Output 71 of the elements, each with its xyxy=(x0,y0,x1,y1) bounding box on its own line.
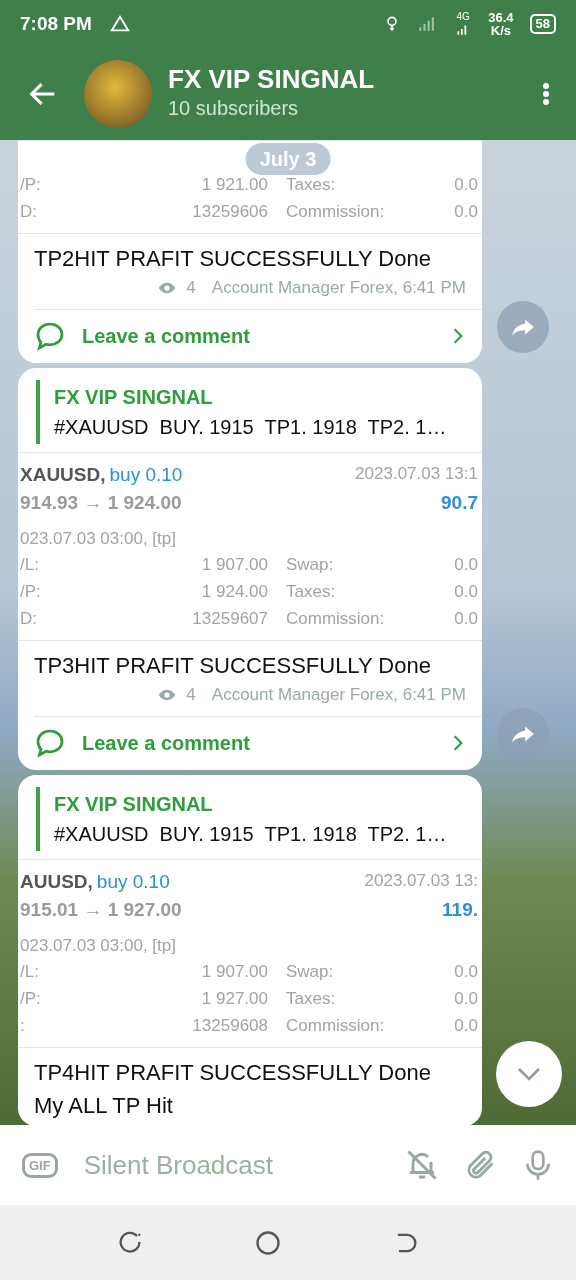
comment-icon xyxy=(34,320,66,352)
field-value: 0.0 xyxy=(454,174,478,196)
gif-button[interactable]: GIF xyxy=(22,1152,58,1178)
trade-prices: 915.01 → 1 927.00 xyxy=(20,898,182,922)
field-label: D: xyxy=(20,608,38,630)
field-value: 0.0 xyxy=(454,988,478,1010)
quote-text: #XAUUSD BUY. 1915 TP1. 1918 TP2. 1… xyxy=(54,821,448,847)
speed-value: 36.4 xyxy=(488,11,514,24)
message-text: TP3HIT PRAFIT SUCCESSFULLY Done xyxy=(18,640,482,682)
quoted-message[interactable]: FX VIP SINGNAL #XAUUSD BUY. 1915 TP1. 1918 TP2. 1… xyxy=(36,379,468,444)
view-count: 4 xyxy=(186,277,196,299)
trade-open-time: 023.07.03 03:00, [tp] xyxy=(20,934,177,957)
field-label: Commission: xyxy=(286,1015,386,1037)
trade-side: buy 0.10 xyxy=(109,462,183,487)
message-text: TP2HIT PRAFIT SUCCESSFULLY Done xyxy=(18,233,482,275)
field-label: Swap: xyxy=(286,554,335,576)
field-value: 0.0 xyxy=(454,201,478,223)
field-value: 13259606 xyxy=(191,201,268,223)
field-label: Taxes: xyxy=(286,174,337,196)
field-value: 13259607 xyxy=(191,608,268,630)
field-label: : xyxy=(20,1015,26,1037)
field-value: 1 921.00 xyxy=(200,174,268,196)
comment-icon xyxy=(34,727,66,759)
message-signature: Account Manager Forex, 6:41 PM xyxy=(211,684,466,706)
field-value: 1 924.00 xyxy=(200,581,268,603)
field-label: D: xyxy=(20,201,38,223)
quote-author: FX VIP SINGNAL xyxy=(54,384,214,410)
field-value: 0.0 xyxy=(454,554,478,576)
field-value: 13259608 xyxy=(191,1015,268,1037)
field-value: 1 927.00 xyxy=(200,988,268,1010)
trade-symbol: XAUUSD, xyxy=(20,462,106,487)
field-label: /P: xyxy=(20,174,42,196)
trade-time: 2023.07.03 13:1 xyxy=(355,462,478,485)
field-label: Taxes: xyxy=(286,581,337,603)
field-label: Taxes: xyxy=(286,988,337,1010)
field-label: Commission: xyxy=(286,201,386,223)
channel-title: FX VIP SINGNAL xyxy=(168,64,376,94)
field-label: Swap: xyxy=(286,961,335,983)
field-value: 0.0 xyxy=(454,608,478,630)
trade-profit: 119. xyxy=(442,898,478,922)
trade-time: 2023.07.03 13: xyxy=(364,869,478,892)
leave-comment-link[interactable]: Leave a comment xyxy=(34,308,482,363)
field-label: /P: xyxy=(20,581,42,603)
status-time: 7:08 PM xyxy=(20,11,92,36)
date-label: July 3 xyxy=(245,143,331,175)
field-value: 0.0 xyxy=(454,1015,478,1037)
field-value: 0.0 xyxy=(454,961,478,983)
battery-indicator: 58 xyxy=(529,14,556,34)
message-signature: Account Manager Forex, 6:41 PM xyxy=(211,277,466,299)
subscriber-count: 10 subscribers xyxy=(168,96,300,122)
quoted-message[interactable]: FX VIP SINGNAL #XAUUSD BUY. 1915 TP1. 1918 TP2. 1… xyxy=(36,786,468,851)
field-label: /L: xyxy=(20,554,40,576)
view-count: 4 xyxy=(186,684,196,706)
field-value: 1 907.00 xyxy=(200,961,268,983)
field-value: 0.0 xyxy=(454,581,478,603)
network-label: 4G xyxy=(456,12,470,22)
quote-author: FX VIP SINGNAL xyxy=(54,791,214,817)
field-label: /P: xyxy=(20,988,42,1010)
home-icon[interactable] xyxy=(254,1228,282,1257)
quote-text: #XAUUSD BUY. 1915 TP1. 1918 TP2. 1… xyxy=(54,414,448,440)
speed-unit: K/s xyxy=(490,24,511,37)
trade-profit: 90.7 xyxy=(441,491,478,515)
field-label: Commission: xyxy=(286,608,386,630)
trade-side: buy 0.10 xyxy=(96,869,170,894)
trade-prices: 914.93 → 1 924.00 xyxy=(20,491,182,515)
message-text: TP4HIT PRAFIT SUCCESSFULLY Done My ALL TP Hit xyxy=(18,1047,482,1122)
field-label: /L: xyxy=(20,961,40,983)
trade-open-time: 023.07.03 03:00, [tp] xyxy=(20,527,177,550)
field-value: 1 907.00 xyxy=(200,554,268,576)
trade-symbol: AUUSD, xyxy=(20,869,93,894)
leave-comment-link[interactable]: Leave a comment xyxy=(34,715,482,770)
